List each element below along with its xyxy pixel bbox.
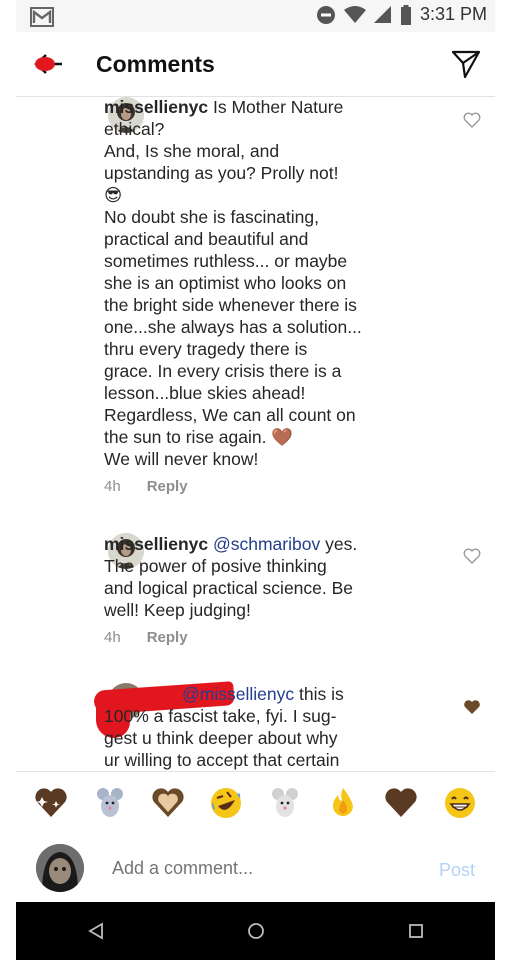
battery-icon <box>400 4 411 25</box>
mouse-emoji[interactable] <box>92 785 128 821</box>
comment-text-line: Is Mother Nature <box>212 97 344 117</box>
do-not-disturb-icon <box>316 5 335 24</box>
comment-username[interactable]: missellienyc <box>104 534 208 554</box>
sparkling-heart-emoji[interactable] <box>33 785 69 821</box>
comment-text-line: the sun to rise again. 🤎 <box>104 427 294 447</box>
comment-text-line: thru every tragedy there is <box>104 339 308 359</box>
comment-text-line: gest u think deeper about why <box>104 728 338 748</box>
comment-text-line: this is <box>298 684 344 704</box>
grinning-face-emoji[interactable] <box>442 785 478 821</box>
comment-text-line: well! Keep judging! <box>104 600 251 620</box>
reply-button[interactable]: Reply <box>147 478 188 495</box>
back-arrow-icon[interactable] <box>30 52 64 76</box>
comment-text-line: lesson...blue skies ahead! <box>104 383 306 403</box>
mention-link[interactable]: @missellienyc <box>182 684 294 704</box>
comment-text-line: We will never know! <box>104 449 259 469</box>
signal-icon <box>373 5 391 23</box>
direct-message-send-icon[interactable] <box>451 49 481 79</box>
comment-meta: 4h Reply <box>104 629 465 646</box>
comment-text-line: The power of posive thinking <box>104 556 327 576</box>
add-comment-input[interactable] <box>112 858 362 879</box>
system-navigation-bar <box>16 902 495 960</box>
comment-text-line: ur willing to accept that certain <box>104 750 340 770</box>
sunglasses-emoji: 😎 <box>104 185 123 205</box>
comment-text-line: the bright side whenever there is <box>104 295 357 315</box>
comment-3: @missellienyc this is 100% a fascist tak… <box>104 683 465 771</box>
mouse-emoji[interactable] <box>267 785 303 821</box>
comment-meta: 4h Reply <box>104 478 465 495</box>
like-heart-icon[interactable] <box>463 112 481 128</box>
gmail-notification-icon <box>30 7 54 27</box>
fire-emoji[interactable] <box>325 785 361 821</box>
rolling-laughing-emoji[interactable] <box>208 785 244 821</box>
comment-text-line: grace. In every crisis there is a <box>104 361 342 381</box>
comment-compose-bar: Post <box>16 834 495 902</box>
comment-text-line: And, Is she moral, and <box>104 141 280 161</box>
comments-header: Comments <box>16 32 495 97</box>
comment-text-line: practical and beautiful and <box>104 229 309 249</box>
nav-recents-icon[interactable] <box>408 923 424 939</box>
left-frame <box>0 0 16 960</box>
reply-button[interactable]: Reply <box>147 629 188 646</box>
comment-text-line: No doubt she is fascinating, <box>104 207 319 227</box>
comment-text-line: and logical practical science. Be <box>104 578 354 598</box>
my-avatar <box>36 844 84 892</box>
post-button[interactable]: Post <box>439 860 475 881</box>
comment-2: missellienyc @schmaribov yes. The power … <box>104 533 465 646</box>
nav-back-icon[interactable] <box>87 922 105 940</box>
comment-timestamp: 4h <box>104 478 121 495</box>
clock: 3:31 PM <box>419 4 487 24</box>
comment-text-line: she is an optimist who looks on <box>104 273 347 293</box>
emoji-quick-reactions <box>16 771 495 835</box>
brown-heart-emoji[interactable] <box>150 785 186 821</box>
comment-text-line: upstanding as you? Prolly not! <box>104 163 339 183</box>
comment-text-line: sometimes ruthless... or maybe <box>104 251 348 271</box>
liked-heart-icon[interactable] <box>463 699 481 715</box>
comment-1: missellienyc Is Mother Nature ethical? A… <box>104 96 465 495</box>
comment-username[interactable]: missellienyc <box>104 97 208 117</box>
brown-heart-emoji[interactable] <box>383 785 419 821</box>
comment-text-line: one...she always has a solution... <box>104 317 362 337</box>
comment-text-line: Regardless, We can all count on <box>104 405 356 425</box>
app: 3:31 PM Comments missellienyc Is Mother … <box>16 0 495 960</box>
status-bar: 3:31 PM <box>16 0 495 32</box>
like-heart-icon[interactable] <box>463 548 481 564</box>
wifi-icon <box>343 5 366 23</box>
page-title: Comments <box>96 51 215 77</box>
comment-text-line: 100% a fascist take, fyi. I sug- <box>104 706 337 726</box>
mention-link[interactable]: @schmaribov <box>213 534 320 554</box>
comment-text-line: ethical? <box>104 119 165 139</box>
status-icons: 3:31 PM <box>316 4 487 25</box>
comment-text-line: yes. <box>325 534 358 554</box>
nav-home-icon[interactable] <box>247 922 265 940</box>
comment-timestamp: 4h <box>104 629 121 646</box>
right-frame <box>495 0 511 960</box>
